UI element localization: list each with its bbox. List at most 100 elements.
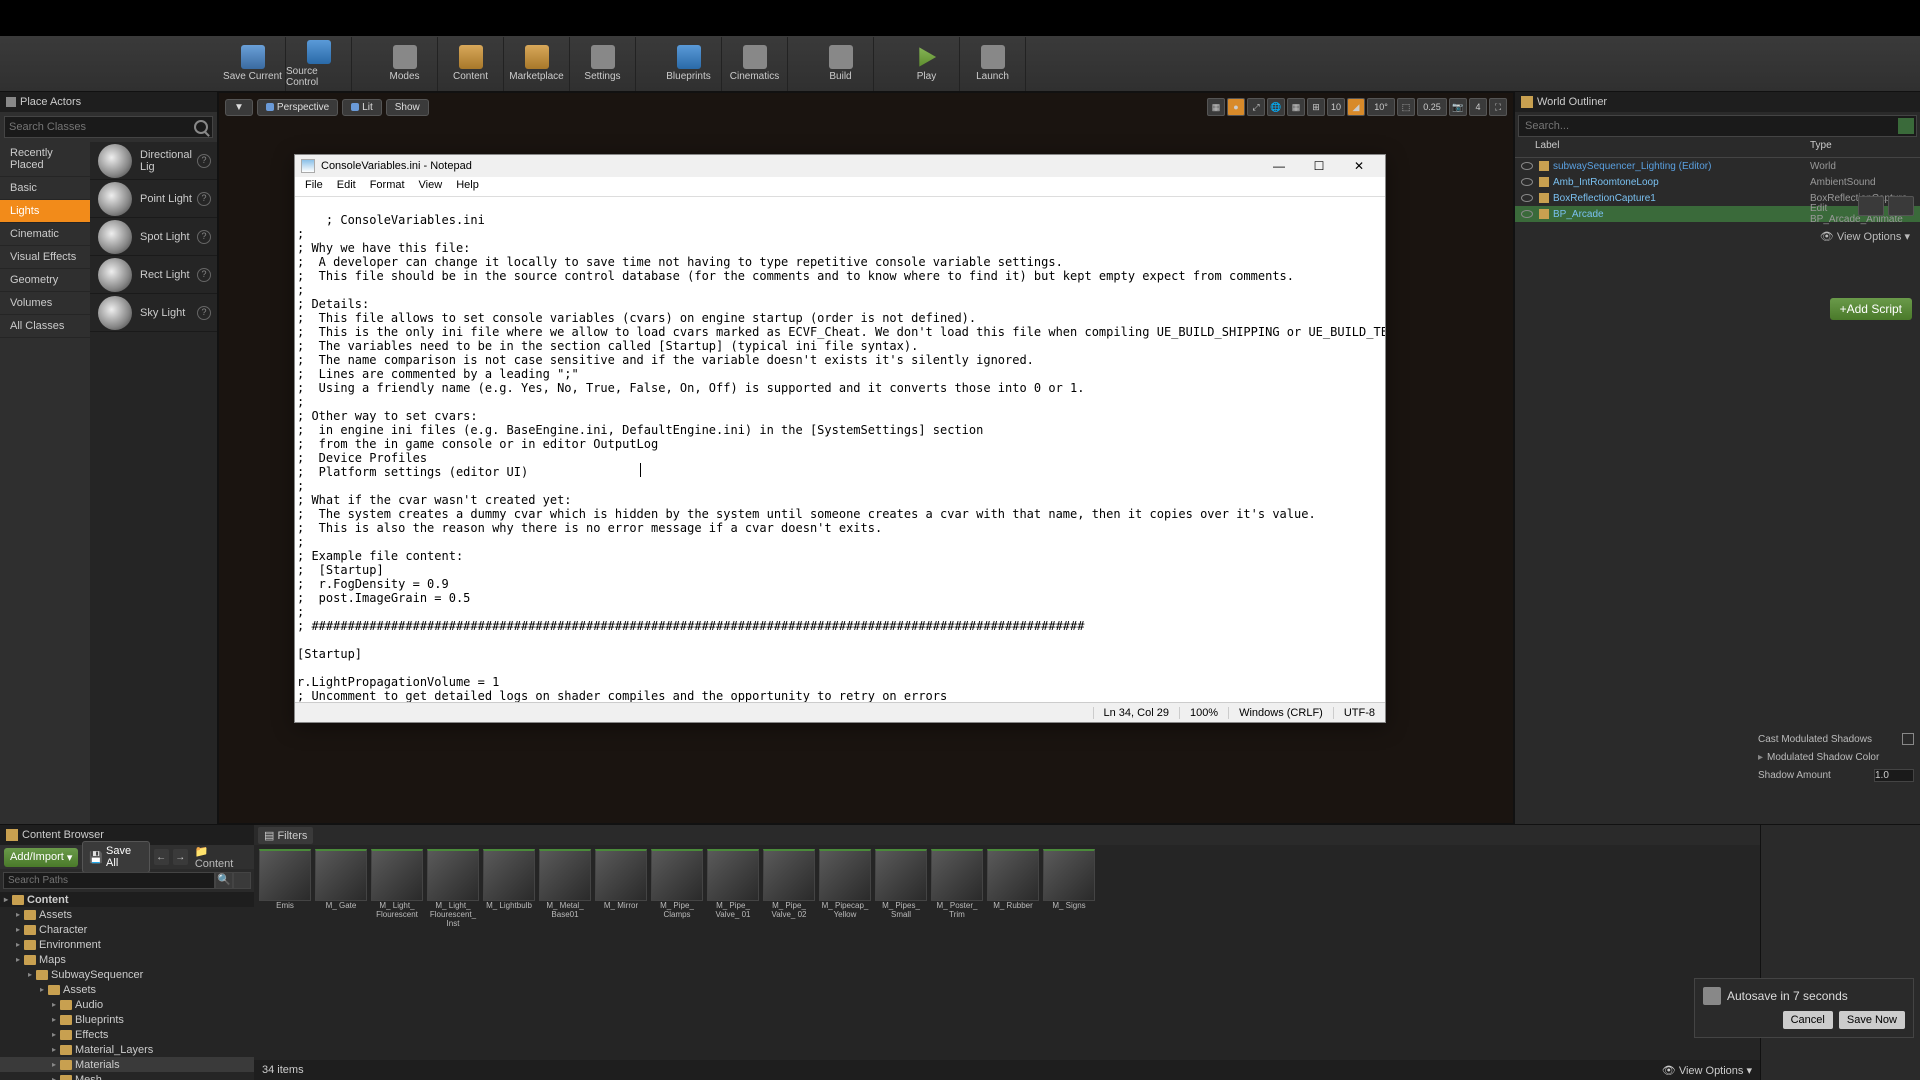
asset-m_light_flourescent_inst[interactable]: M_ Light_ Flourescent_ Inst (426, 849, 480, 929)
modes-button[interactable]: Modes (372, 37, 438, 91)
tree-item-audio[interactable]: ▸Audio (0, 997, 254, 1012)
help-icon[interactable]: ? (197, 306, 211, 320)
grid-snap-value[interactable]: 10 (1327, 98, 1345, 116)
launch-button[interactable]: Launch (960, 37, 1026, 91)
build-button[interactable]: Build (808, 37, 874, 91)
visibility-icon[interactable] (1521, 194, 1533, 202)
menu-format[interactable]: Format (364, 177, 411, 196)
expand-icon[interactable]: ▸ (40, 985, 48, 994)
maximize-button[interactable]: ☐ (1299, 156, 1339, 176)
asset-m_signs[interactable]: M_ Signs (1042, 849, 1096, 929)
outliner-row[interactable]: Amb_IntRoomtoneLoopAmbientSound (1515, 174, 1920, 190)
perspective-dropdown[interactable]: Perspective (257, 99, 338, 116)
tree-item-effects[interactable]: ▸Effects (0, 1027, 254, 1042)
rt-2[interactable] (1888, 196, 1914, 216)
tree-item-maps[interactable]: ▸Maps (0, 952, 254, 967)
help-icon[interactable]: ? (197, 268, 211, 282)
vp-tool-1[interactable]: ▦ (1207, 98, 1225, 116)
tree-item-environment[interactable]: ▸Environment (0, 937, 254, 952)
expand-icon[interactable]: ▸ (4, 895, 12, 904)
tree-item-character[interactable]: ▸Character (0, 922, 254, 937)
tree-item-material_layers[interactable]: ▸Material_Layers (0, 1042, 254, 1057)
source-control-button[interactable]: Source Control (286, 37, 352, 91)
expand-icon[interactable]: ▸ (52, 1060, 60, 1069)
light-item-directional-lig[interactable]: Directional Lig? (90, 142, 217, 180)
camera-speed-value[interactable]: 4 (1469, 98, 1487, 116)
outliner-search-input[interactable] (1519, 120, 1890, 132)
category-volumes[interactable]: Volumes (0, 292, 90, 315)
category-cinematic[interactable]: Cinematic (0, 223, 90, 246)
add-script-button[interactable]: +Add Script (1830, 298, 1912, 320)
asset-m_lightbulb[interactable]: M_ Lightbulb (482, 849, 536, 929)
light-item-sky-light[interactable]: Sky Light? (90, 294, 217, 332)
save-current-button[interactable]: Save Current (220, 37, 286, 91)
category-geometry[interactable]: Geometry (0, 269, 90, 292)
tree-item-subwaysequencer[interactable]: ▸SubwaySequencer (0, 967, 254, 982)
add-import-button[interactable]: Add/Import ▾ (4, 848, 78, 867)
help-icon[interactable]: ? (197, 230, 211, 244)
asset-m_pipecap_yellow[interactable]: M_ Pipecap_ Yellow (818, 849, 872, 929)
rotation-snap[interactable]: ◢ (1347, 98, 1365, 116)
asset-m_metal_base01[interactable]: M_ Metal_ Base01 (538, 849, 592, 929)
filters-dropdown[interactable]: ▤ Filters (258, 827, 313, 844)
asset-m_gate[interactable]: M_ Gate (314, 849, 368, 929)
category-recently-placed[interactable]: Recently Placed (0, 142, 90, 177)
search-classes-box[interactable] (4, 116, 213, 138)
scale-snap[interactable]: ⬚ (1397, 98, 1415, 116)
expand-icon[interactable]: ▸ (52, 1075, 60, 1080)
view-options-dropdown[interactable]: 👁 View Options ▾ (1662, 1064, 1752, 1077)
marketplace-button[interactable]: Marketplace (504, 37, 570, 91)
expand-icon[interactable]: ▸ (16, 955, 24, 964)
notepad-text-area[interactable]: ; ConsoleVariables.ini ; ; Why we have t… (295, 197, 1385, 702)
search-paths-input[interactable] (3, 872, 215, 889)
scale-snap-value[interactable]: 0.25 (1417, 98, 1447, 116)
cast-shadows-checkbox[interactable] (1902, 733, 1914, 745)
visibility-icon[interactable] (1521, 210, 1533, 218)
show-dropdown[interactable]: Show (386, 99, 429, 116)
menu-edit[interactable]: Edit (331, 177, 362, 196)
outliner-row[interactable]: subwaySequencer_Lighting (Editor)World (1515, 158, 1920, 174)
light-item-rect-light[interactable]: Rect Light? (90, 256, 217, 294)
vp-tool-5[interactable]: ▦ (1287, 98, 1305, 116)
category-lights[interactable]: Lights (0, 200, 90, 223)
expand-icon[interactable]: ▸ (52, 1030, 60, 1039)
expand-icon[interactable]: ▸ (28, 970, 36, 979)
asset-m_rubber[interactable]: M_ Rubber (986, 849, 1040, 929)
close-button[interactable]: ✕ (1339, 156, 1379, 176)
rt-1[interactable] (1858, 196, 1884, 216)
light-item-point-light[interactable]: Point Light? (90, 180, 217, 218)
rotation-snap-value[interactable]: 10° (1367, 98, 1395, 116)
help-icon[interactable]: ? (197, 192, 211, 206)
help-icon[interactable]: ? (197, 154, 211, 168)
asset-m_pipe_valve_01[interactable]: M_ Pipe_ Valve_ 01 (706, 849, 760, 929)
visibility-icon[interactable] (1521, 162, 1533, 170)
cinematics-button[interactable]: Cinematics (722, 37, 788, 91)
camera-speed[interactable]: 📷 (1449, 98, 1467, 116)
asset-m_pipe_valve_02[interactable]: M_ Pipe_ Valve_ 02 (762, 849, 816, 929)
play-button[interactable]: Play (894, 37, 960, 91)
expand-icon[interactable]: ▸ (52, 1000, 60, 1009)
tree-item-assets[interactable]: ▸Assets (0, 982, 254, 997)
vp-tool-2[interactable]: ● (1227, 98, 1245, 116)
vp-tool-3[interactable]: ⤢ (1247, 98, 1265, 116)
asset-m_pipes_small[interactable]: M_ Pipes_ Small (874, 849, 928, 929)
menu-file[interactable]: File (299, 177, 329, 196)
tree-item-content[interactable]: ▸Content (0, 892, 254, 907)
tree-item-blueprints[interactable]: ▸Blueprints (0, 1012, 254, 1027)
menu-view[interactable]: View (413, 177, 449, 196)
visibility-icon[interactable] (1521, 178, 1533, 186)
cancel-button[interactable]: Cancel (1783, 1011, 1833, 1029)
expand-icon[interactable]: ▸ (16, 940, 24, 949)
tree-item-materials[interactable]: ▸Materials (0, 1057, 254, 1072)
category-basic[interactable]: Basic (0, 177, 90, 200)
menu-help[interactable]: Help (450, 177, 485, 196)
nav-back[interactable]: ← (154, 849, 169, 865)
asset-m_pipe_clamps[interactable]: M_ Pipe_ Clamps (650, 849, 704, 929)
grid-snap[interactable]: ⊞ (1307, 98, 1325, 116)
asset-m_mirror[interactable]: M_ Mirror (594, 849, 648, 929)
asset-emis[interactable]: Emis (258, 849, 312, 929)
save-now-button[interactable]: Save Now (1839, 1011, 1905, 1029)
notepad-titlebar[interactable]: ConsoleVariables.ini - Notepad — ☐ ✕ (295, 155, 1385, 177)
path-toggle[interactable] (233, 872, 251, 889)
blueprints-button[interactable]: Blueprints (656, 37, 722, 91)
